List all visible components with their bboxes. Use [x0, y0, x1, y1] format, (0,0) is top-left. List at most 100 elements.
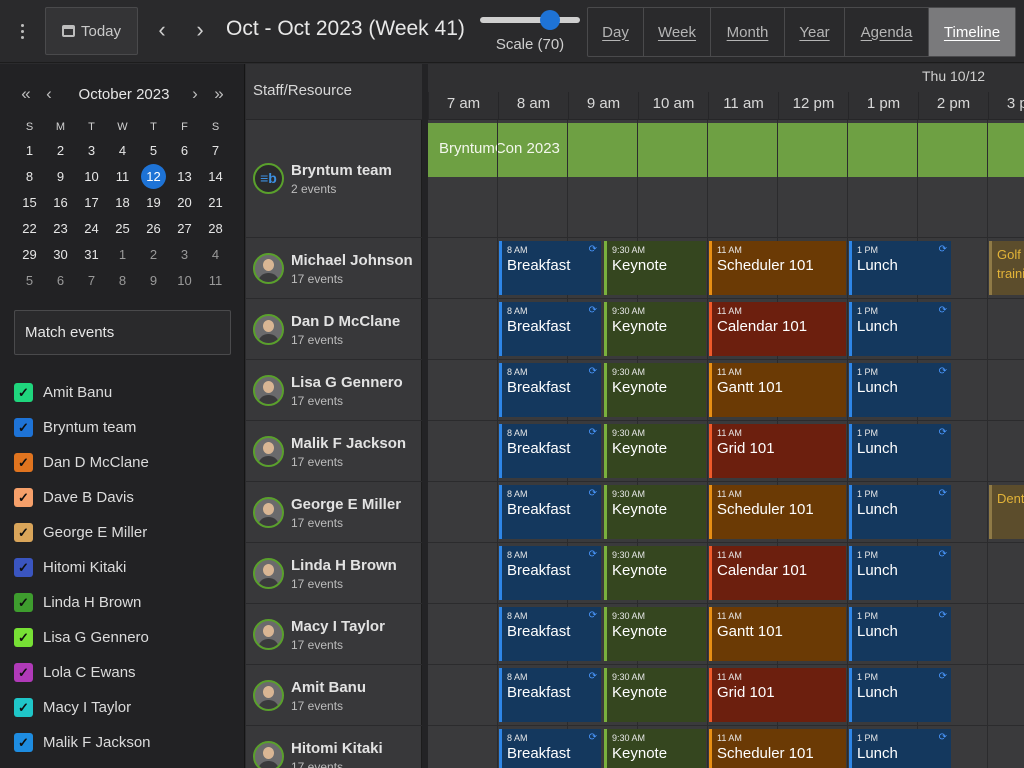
calendar-day[interactable]: 16	[45, 190, 76, 216]
event-bar[interactable]: 8 AM Breakfast ⟳	[499, 363, 601, 417]
resource-filter-item[interactable]: ✓ Linda H Brown	[14, 585, 234, 620]
calendar-day[interactable]: 6	[169, 138, 200, 164]
resource-filter-item[interactable]: ✓ George E Miller	[14, 515, 234, 550]
resource-row[interactable]: Macy I Taylor 17 events	[246, 604, 422, 665]
resource-filter-item[interactable]: ✓ Malik F Jackson	[14, 725, 234, 760]
resource-row[interactable]: Hitomi Kitaki 17 events	[246, 726, 422, 768]
event-bar[interactable]: 11 AM Scheduler 101	[709, 241, 846, 295]
event-bar[interactable]: 9:30 AM Keynote	[604, 546, 706, 600]
resource-filter-item[interactable]: ✓ Dan D McClane	[14, 445, 234, 480]
event-bar[interactable]: 11 AM Grid 101	[709, 668, 846, 722]
calendar-day[interactable]: 31	[76, 242, 107, 268]
event-bar[interactable]: 11 AM Gantt 101	[709, 607, 846, 661]
event-bar[interactable]: 11 AM Calendar 101	[709, 546, 846, 600]
calendar-day[interactable]: 19	[138, 190, 169, 216]
event-filter-input[interactable]	[14, 310, 231, 355]
more-menu-icon[interactable]	[10, 16, 34, 46]
view-month-button[interactable]: Month	[711, 8, 785, 56]
calendar-day[interactable]: 30	[45, 242, 76, 268]
event-bar[interactable]: 1 PM Lunch ⟳	[849, 729, 951, 768]
selected-day[interactable]: 12	[138, 164, 169, 190]
resource-row[interactable]: George E Miller 17 events	[246, 482, 422, 543]
resource-row[interactable]: Linda H Brown 17 events	[246, 543, 422, 604]
event-bar[interactable]: 11 AM Scheduler 101	[709, 729, 846, 768]
calendar-day[interactable]: 17	[76, 190, 107, 216]
event-bar[interactable]: 9:30 AM Keynote	[604, 363, 706, 417]
view-year-button[interactable]: Year	[785, 8, 845, 56]
event-bar[interactable]: Golf training	[989, 241, 1024, 295]
event-bar[interactable]: 11 AM Calendar 101	[709, 302, 846, 356]
resource-row[interactable]: ≡b Bryntum team 2 events	[246, 120, 422, 238]
slider-thumb[interactable]	[540, 10, 560, 30]
event-bar[interactable]: 11 AM Grid 101	[709, 424, 846, 478]
view-timeline-button[interactable]: Timeline	[929, 8, 1015, 56]
event-bar[interactable]: 9:30 AM Keynote	[604, 668, 706, 722]
calendar-day[interactable]: 27	[169, 216, 200, 242]
resource-filter-item[interactable]: ✓ Lola C Ewans	[14, 655, 234, 690]
calendar-day[interactable]: 8	[14, 164, 45, 190]
checkbox-checked-icon[interactable]: ✓	[14, 523, 33, 542]
calendar-day[interactable]: 7	[76, 268, 107, 294]
checkbox-checked-icon[interactable]: ✓	[14, 418, 33, 437]
event-bar[interactable]: 1 PM Lunch ⟳	[849, 546, 951, 600]
calendar-day[interactable]: 10	[76, 164, 107, 190]
calendar-day[interactable]: 29	[14, 242, 45, 268]
calendar-day[interactable]: 5	[14, 268, 45, 294]
calendar-day[interactable]: 18	[107, 190, 138, 216]
calendar-day[interactable]: 6	[45, 268, 76, 294]
calendar-day[interactable]: 26	[138, 216, 169, 242]
event-bar[interactable]: 9:30 AM Keynote	[604, 485, 706, 539]
scale-slider[interactable]: Scale (70)	[480, 10, 580, 58]
calendar-day[interactable]: 8	[107, 268, 138, 294]
calendar-day[interactable]: 13	[169, 164, 200, 190]
calendar-day[interactable]: 14	[200, 164, 231, 190]
calendar-day[interactable]: 21	[200, 190, 231, 216]
calendar-day[interactable]: 1	[107, 242, 138, 268]
checkbox-checked-icon[interactable]: ✓	[14, 663, 33, 682]
event-bar[interactable]: 1 PM Lunch ⟳	[849, 668, 951, 722]
event-bar[interactable]: 8 AM Breakfast ⟳	[499, 485, 601, 539]
resource-filter-item[interactable]: ✓ Dave B Davis	[14, 480, 234, 515]
next-year-icon[interactable]: »	[209, 84, 229, 104]
resource-filter-item[interactable]: ✓ Bryntum team	[14, 410, 234, 445]
view-day-button[interactable]: Day	[588, 8, 644, 56]
resource-row[interactable]: Dan D McClane 17 events	[246, 299, 422, 360]
event-bar[interactable]: 1 PM Lunch ⟳	[849, 607, 951, 661]
calendar-day[interactable]: 28	[200, 216, 231, 242]
calendar-day[interactable]: 2	[45, 138, 76, 164]
checkbox-checked-icon[interactable]: ✓	[14, 453, 33, 472]
event-bar[interactable]: 8 AM Breakfast ⟳	[499, 546, 601, 600]
resource-filter-item[interactable]: ✓ Hitomi Kitaki	[14, 550, 234, 585]
calendar-day[interactable]: 15	[14, 190, 45, 216]
calendar-day[interactable]: 11	[107, 164, 138, 190]
event-bar[interactable]: 1 PM Lunch ⟳	[849, 241, 951, 295]
all-day-event[interactable]: BryntumCon 2023	[428, 123, 1024, 177]
event-bar[interactable]: 9:30 AM Keynote	[604, 607, 706, 661]
previous-arrow-icon[interactable]: ‹	[151, 18, 173, 44]
resource-column-header[interactable]: Staff/Resource	[246, 64, 422, 120]
event-bar[interactable]: 8 AM Breakfast ⟳	[499, 607, 601, 661]
next-month-icon[interactable]: ›	[185, 84, 205, 104]
resource-filter-item[interactable]: ✓ Lisa G Gennero	[14, 620, 234, 655]
calendar-day[interactable]: 11	[200, 268, 231, 294]
previous-year-icon[interactable]: «	[16, 84, 36, 104]
view-agenda-button[interactable]: Agenda	[845, 8, 929, 56]
calendar-day[interactable]: 7	[200, 138, 231, 164]
calendar-day[interactable]: 23	[45, 216, 76, 242]
event-bar[interactable]: 8 AM Breakfast ⟳	[499, 729, 601, 768]
calendar-day[interactable]: 4	[107, 138, 138, 164]
checkbox-checked-icon[interactable]: ✓	[14, 593, 33, 612]
event-bar[interactable]: 8 AM Breakfast ⟳	[499, 668, 601, 722]
event-bar[interactable]: 9:30 AM Keynote	[604, 424, 706, 478]
calendar-day[interactable]: 9	[138, 268, 169, 294]
calendar-day[interactable]: 24	[76, 216, 107, 242]
calendar-day[interactable]: 2	[138, 242, 169, 268]
event-bar[interactable]: 9:30 AM Keynote	[604, 241, 706, 295]
calendar-day[interactable]: 3	[169, 242, 200, 268]
event-bar[interactable]: 1 PM Lunch ⟳	[849, 302, 951, 356]
event-bar[interactable]: 1 PM Lunch ⟳	[849, 424, 951, 478]
resource-row[interactable]: Lisa G Gennero 17 events	[246, 360, 422, 421]
checkbox-checked-icon[interactable]: ✓	[14, 733, 33, 752]
calendar-day[interactable]: 22	[14, 216, 45, 242]
calendar-day[interactable]: 4	[200, 242, 231, 268]
